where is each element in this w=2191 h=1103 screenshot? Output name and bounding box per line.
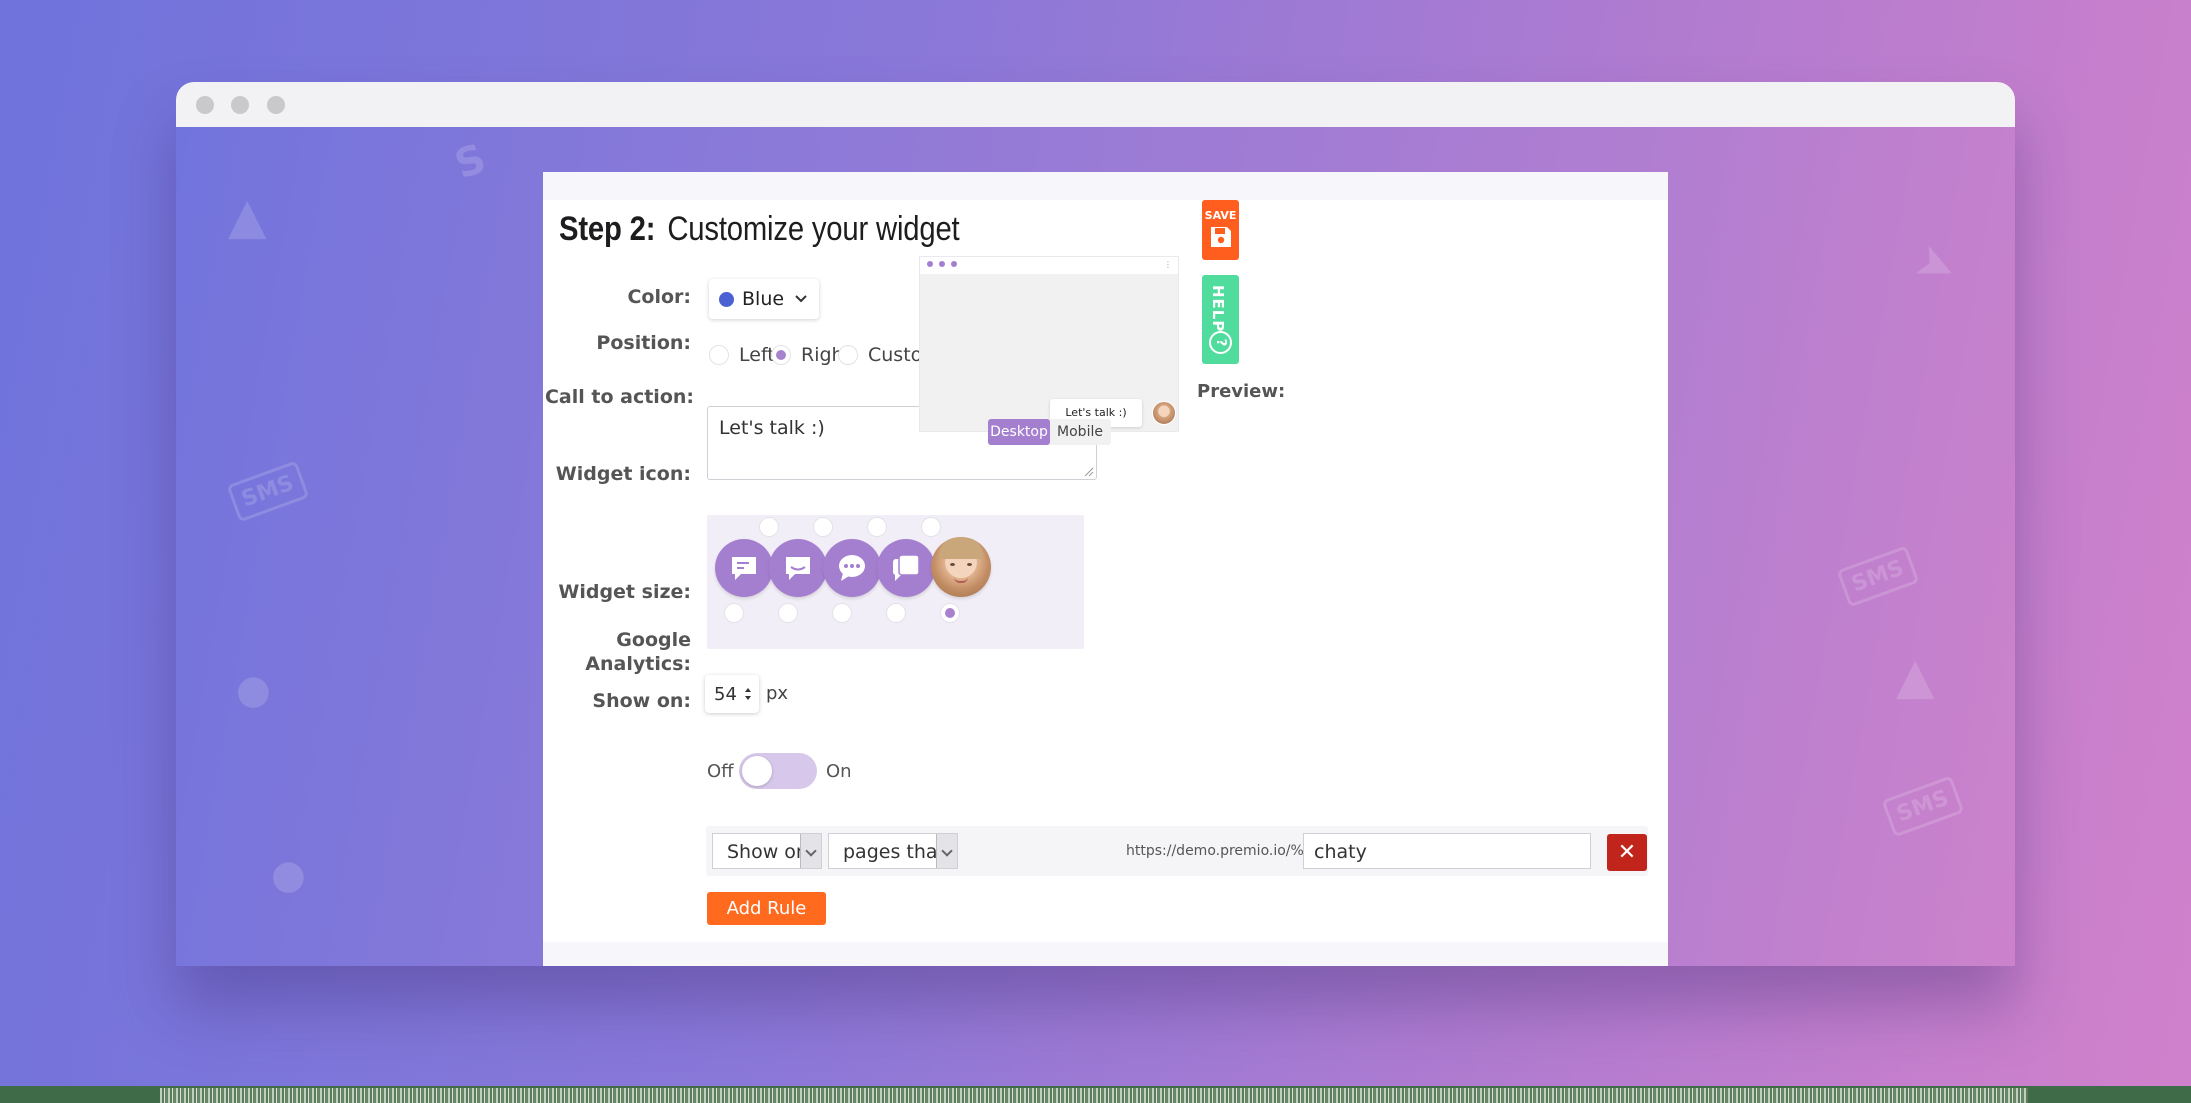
ga-label-line2: Analytics: <box>585 653 691 675</box>
send-icon: ➤ <box>1906 231 1967 299</box>
widget-icon-label: Widget icon: <box>555 463 691 485</box>
step-heading: Customize your widget <box>667 210 960 248</box>
url-input[interactable]: chaty <box>1303 833 1591 869</box>
preview-dot <box>939 261 945 267</box>
radio-right[interactable] <box>771 345 791 365</box>
icon-radio-5[interactable] <box>940 603 960 623</box>
icon-radio-4[interactable] <box>886 603 906 623</box>
panel-top-bar <box>543 172 1668 200</box>
panel-bottom-bar <box>543 942 1668 966</box>
icon-radio-1[interactable] <box>724 603 744 623</box>
ga-label: Google Analytics: <box>541 628 691 676</box>
chat-smile-icon[interactable] <box>769 539 827 597</box>
browser-window: ▲ S SMS ● ● ➤ SMS ▲ SMS Step 2: Customize… <box>176 82 2015 966</box>
rule-condition-select[interactable]: pages that conta <box>828 833 958 869</box>
preview-window: ⋮ Let's talk :) <box>919 256 1179 432</box>
chat-icon[interactable] <box>715 539 773 597</box>
ga-label-line1: Google <box>616 629 691 651</box>
ga-off-label: Off <box>707 761 734 782</box>
ghost-icon: ▲ <box>228 187 267 245</box>
color-swatch <box>719 292 734 307</box>
sms-icon: SMS <box>226 460 310 523</box>
ga-toggle[interactable] <box>739 753 817 789</box>
floppy-icon <box>1210 227 1231 247</box>
toggle-knob <box>742 756 772 786</box>
desktop-tab[interactable]: Desktop <box>988 419 1050 445</box>
device-toggle: Desktop Mobile <box>988 419 1111 445</box>
preview-avatar <box>1152 401 1176 425</box>
resize-handle-icon[interactable] <box>1084 467 1094 477</box>
preview-label: Preview: <box>1197 381 1286 402</box>
icon-radio-top-3[interactable] <box>867 517 887 537</box>
ghost-icon-right: ▲ <box>1896 647 1935 705</box>
help-button[interactable]: HELP ? <box>1202 275 1239 364</box>
widget-size-label: Widget size: <box>558 581 691 603</box>
stepper-icon[interactable] <box>744 687 752 701</box>
color-label: Color: <box>627 286 691 308</box>
icon-radio-3[interactable] <box>832 603 852 623</box>
icon-radio-top-4[interactable] <box>921 517 941 537</box>
messenger-icon: ● <box>271 852 306 898</box>
cta-label: Call to action: <box>544 386 694 408</box>
color-select[interactable]: Blue <box>709 279 819 319</box>
help-label: HELP <box>1209 285 1227 333</box>
sms-icon-right-2: SMS <box>1881 775 1965 838</box>
chat-stack-icon[interactable] <box>877 539 935 597</box>
preview-canvas: Let's talk :) <box>920 274 1178 431</box>
cta-value: Let's talk :) <box>719 417 825 439</box>
add-rule-button[interactable]: Add Rule <box>707 892 826 925</box>
icon-radio-top-2[interactable] <box>813 517 833 537</box>
page-background: ▲ S SMS ● ● ➤ SMS ▲ SMS Step 2: Customize… <box>176 127 2015 966</box>
preview-dot <box>951 261 957 267</box>
skype-icon: S <box>449 135 492 189</box>
radio-custom[interactable] <box>838 345 858 365</box>
show-on-label: Show on: <box>592 690 691 712</box>
widget-icon-picker <box>707 515 1084 649</box>
remove-rule-button[interactable]: ✕ <box>1607 834 1647 871</box>
position-left-label: Left <box>739 344 775 366</box>
sms-icon-right: SMS <box>1836 545 1920 608</box>
color-value: Blue <box>742 288 785 310</box>
icon-radio-top-1[interactable] <box>759 517 779 537</box>
help-question-icon: ? <box>1209 331 1232 354</box>
widget-size-input[interactable]: 54 <box>705 675 759 713</box>
save-button[interactable]: SAVE <box>1202 200 1239 260</box>
position-left[interactable]: Left <box>709 344 775 366</box>
icon-radio-2[interactable] <box>778 603 798 623</box>
preview-dot <box>927 261 933 267</box>
desktop-noise-band <box>160 1088 2028 1103</box>
location-icon: ● <box>236 667 271 713</box>
close-dot[interactable] <box>196 96 214 114</box>
step-title: Step 2: Customize your widget <box>559 210 960 249</box>
ga-on-label: On <box>826 761 852 782</box>
url-prefix: https://demo.premio.io/%s% <box>1126 843 1325 859</box>
position-label: Position: <box>596 332 691 354</box>
window-titlebar <box>176 82 2015 127</box>
save-label: SAVE <box>1204 209 1237 222</box>
radio-left[interactable] <box>709 345 729 365</box>
preview-menu-icon: ⋮ <box>1164 260 1172 269</box>
chat-dots-icon[interactable] <box>823 539 881 597</box>
minimize-dot[interactable] <box>231 96 249 114</box>
widget-size-unit: px <box>766 683 789 704</box>
chevron-down-icon <box>795 295 807 303</box>
chevron-down-icon <box>936 834 957 868</box>
avatar[interactable] <box>931 537 991 597</box>
show-on-rule: Show on pages that conta https://demo.pr… <box>706 826 1648 876</box>
rule-action-value: Show on <box>727 841 808 863</box>
rule-action-select[interactable]: Show on <box>712 833 822 869</box>
maximize-dot[interactable] <box>267 96 285 114</box>
preview-titlebar: ⋮ <box>920 257 1178 273</box>
chevron-down-icon <box>800 834 821 868</box>
widget-size-value: 54 <box>714 684 737 705</box>
url-value: chaty <box>1314 841 1367 863</box>
step-number: Step 2: <box>559 210 656 248</box>
mobile-tab[interactable]: Mobile <box>1050 419 1110 445</box>
